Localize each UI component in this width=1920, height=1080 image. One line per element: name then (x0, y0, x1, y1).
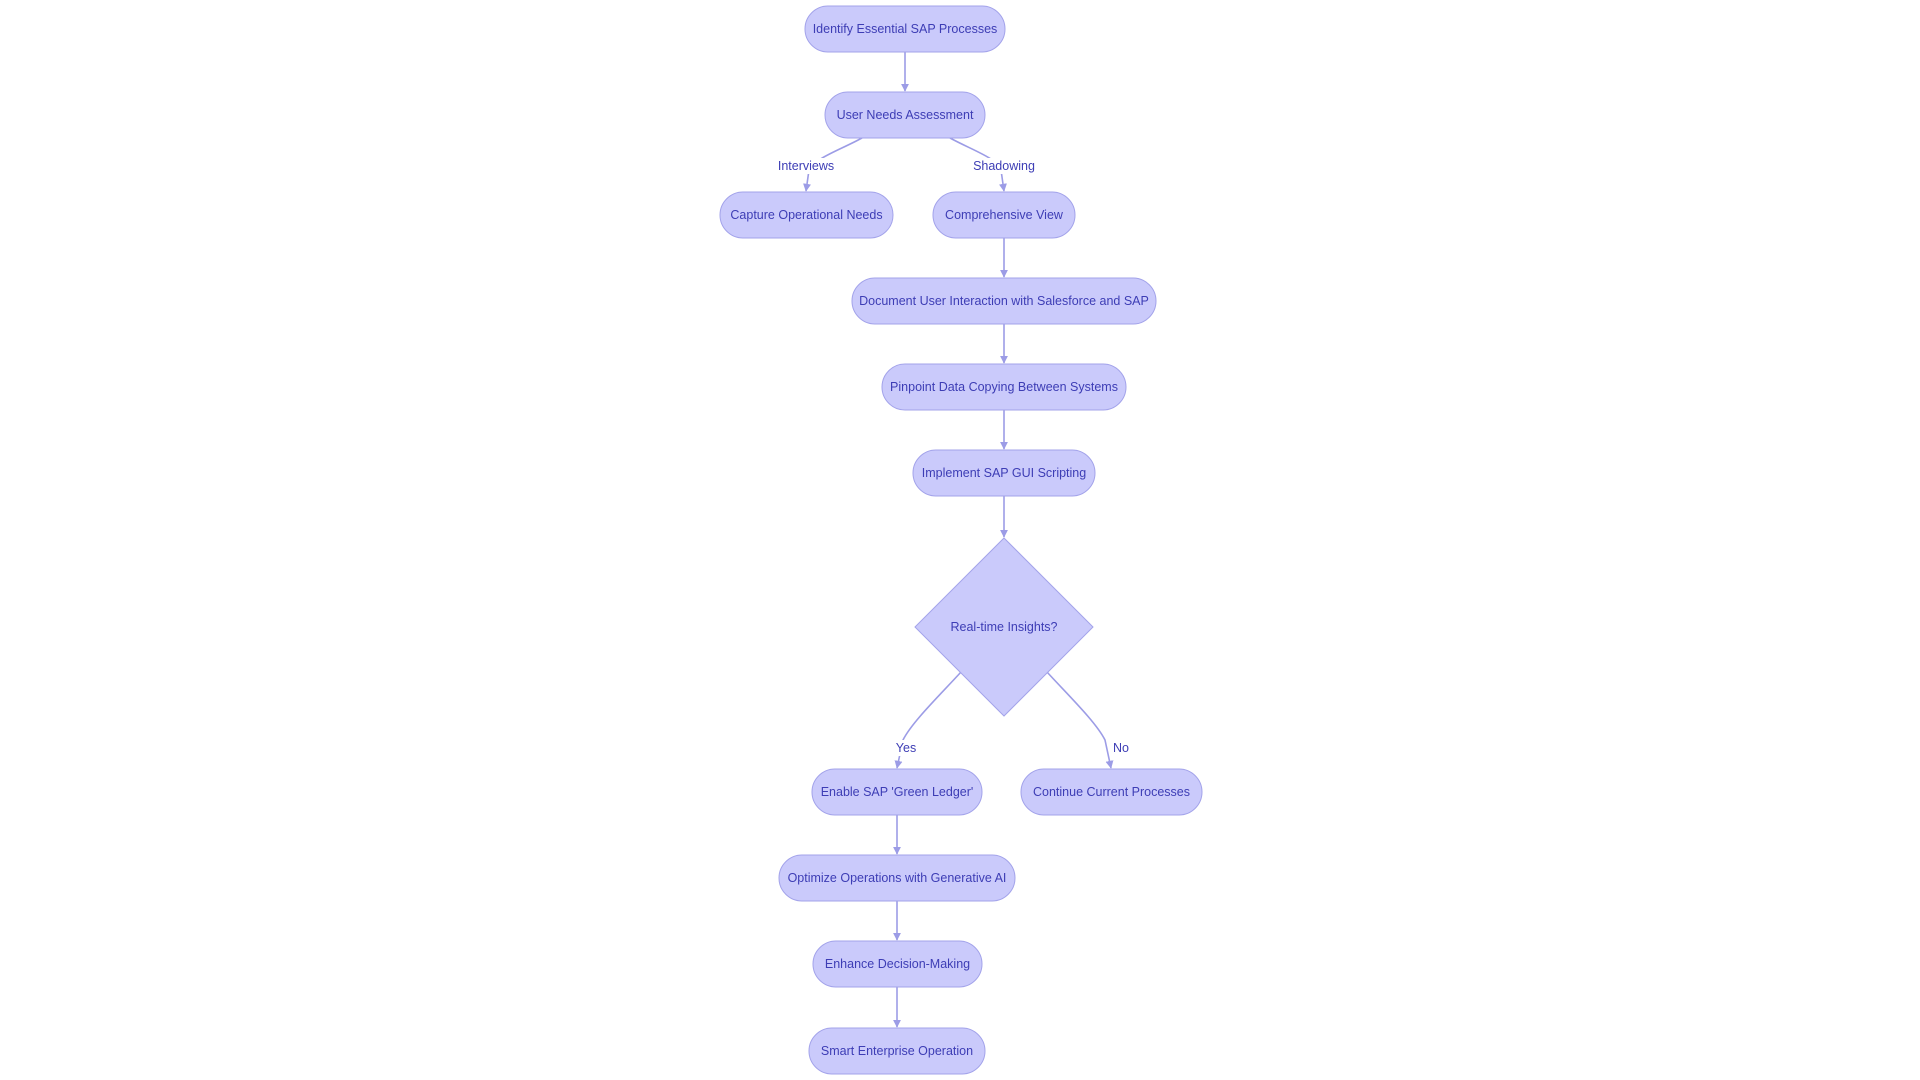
edge-decision-to-continue (1046, 671, 1114, 769)
node-label: Continue Current Processes (1033, 785, 1190, 799)
edge-label-interviews: Interviews (769, 158, 843, 174)
node-pinpoint: Pinpoint Data Copying Between Systems (881, 363, 1127, 411)
node-user-needs: User Needs Assessment (824, 91, 986, 139)
node-label: Document User Interaction with Salesforc… (859, 294, 1149, 308)
node-identify: Identify Essential SAP Processes (804, 5, 1006, 53)
node-label: Implement SAP GUI Scripting (922, 466, 1086, 480)
node-enhance: Enhance Decision-Making (812, 940, 983, 988)
node-label: Identify Essential SAP Processes (813, 22, 998, 36)
edge-label-no: No (1112, 740, 1130, 756)
edge-label-shadowing: Shadowing (970, 158, 1038, 174)
node-label: User Needs Assessment (837, 108, 974, 122)
edge-label-text: Shadowing (973, 159, 1035, 173)
edge-label-text: Interviews (778, 159, 834, 173)
node-capture: Capture Operational Needs (719, 191, 894, 239)
node-label: Enhance Decision-Making (825, 957, 970, 971)
node-label: Comprehensive View (945, 208, 1064, 222)
node-document: Document User Interaction with Salesforc… (851, 277, 1157, 325)
node-label: Real-time Insights? (951, 620, 1058, 634)
node-label: Capture Operational Needs (730, 208, 882, 222)
node-label: Enable SAP 'Green Ledger' (821, 785, 974, 799)
flowchart-canvas: Identify Essential SAP Processes User Nee… (719, 5, 1203, 1075)
edge-label-yes: Yes (893, 740, 919, 756)
node-optimize: Optimize Operations with Generative AI (778, 854, 1016, 902)
edge-label-text: No (1113, 741, 1129, 755)
node-implement: Implement SAP GUI Scripting (912, 449, 1096, 497)
node-label: Smart Enterprise Operation (821, 1044, 973, 1058)
node-label: Optimize Operations with Generative AI (788, 871, 1007, 885)
node-enable: Enable SAP 'Green Ledger' (811, 768, 983, 816)
edge-label-text: Yes (896, 741, 916, 755)
node-smart: Smart Enterprise Operation (808, 1027, 986, 1075)
node-continue: Continue Current Processes (1020, 768, 1203, 816)
node-label: Pinpoint Data Copying Between Systems (890, 380, 1118, 394)
node-comprehensive: Comprehensive View (932, 191, 1076, 239)
node-decision: Real-time Insights? (914, 537, 1094, 717)
